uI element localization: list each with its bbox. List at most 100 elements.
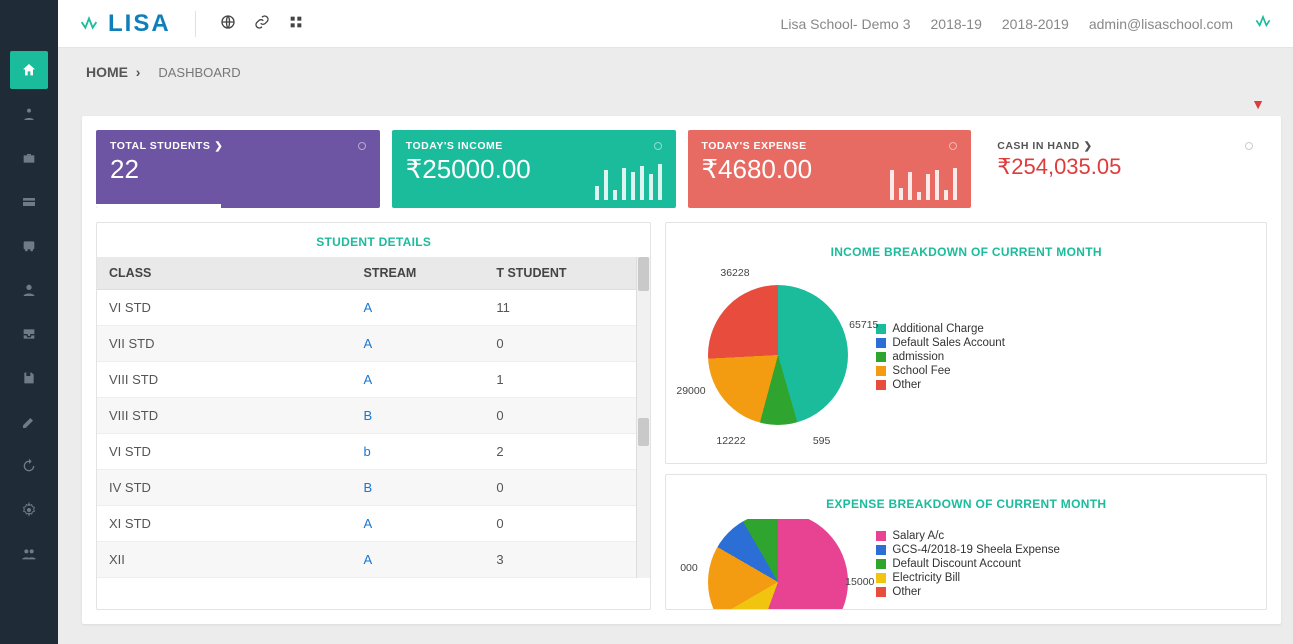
sidebar-item-user[interactable]: [10, 271, 48, 309]
cell-class: IV STD: [97, 470, 352, 506]
cell-count: 0: [484, 398, 650, 434]
chevron-right-icon: ❯: [1084, 141, 1093, 152]
card-label: CASH IN HAND: [997, 140, 1079, 152]
legend-swatch: [876, 352, 886, 362]
sidebar-item-card[interactable]: [10, 183, 48, 221]
legend-swatch: [876, 531, 886, 541]
chevron-right-icon: ›: [132, 64, 141, 80]
legend-label: Additional Charge: [892, 323, 983, 335]
panel-title: INCOME BREAKDOWN OF CURRENT MONTH: [680, 233, 1252, 267]
legend-label: GCS-4/2018-19 Sheela Expense: [892, 544, 1060, 556]
student-table: CLASS STREAM T STUDENT VI STDA11VII STDA…: [97, 257, 650, 578]
legend-item[interactable]: Additional Charge: [876, 323, 1005, 335]
card-label: TOTAL STUDENTS: [110, 140, 210, 152]
year-short[interactable]: 2018-19: [931, 16, 982, 32]
cell-stream: A: [352, 506, 485, 542]
link-icon[interactable]: [254, 14, 270, 33]
panel-income-breakdown: INCOME BREAKDOWN OF CURRENT MONTH 36228 …: [665, 222, 1267, 464]
sidebar-item-briefcase[interactable]: [10, 139, 48, 177]
sidebar-item-save[interactable]: [10, 359, 48, 397]
sidebar-item-edit[interactable]: [10, 403, 48, 441]
legend-item[interactable]: admission: [876, 351, 1005, 363]
table-row[interactable]: VII STDA0: [97, 326, 650, 362]
sparkline-icon: [890, 168, 957, 200]
sidebar-item-students[interactable]: [10, 95, 48, 133]
year-long[interactable]: 2018-2019: [1002, 16, 1069, 32]
globe-icon[interactable]: [220, 14, 236, 33]
scrollbar-thumb[interactable]: [638, 418, 649, 446]
pie-label: 65715: [849, 319, 878, 331]
cell-class: XII: [97, 542, 352, 578]
pie-label: 29000: [676, 385, 705, 397]
cell-stream: A: [352, 362, 485, 398]
col-tstudent[interactable]: T STUDENT: [484, 257, 650, 290]
legend-item[interactable]: Salary A/c: [876, 530, 1060, 542]
expense-pie-chart: 3000 5000 15000: [680, 519, 860, 609]
card-todays-expense[interactable]: TODAY'S EXPENSE ₹4680.00: [688, 130, 972, 208]
cell-class: VIII STD: [97, 398, 352, 434]
legend-swatch: [876, 573, 886, 583]
main: LISA Lisa School- Demo 3 2018-19 2018-20…: [58, 0, 1293, 644]
breadcrumb-root[interactable]: HOME: [86, 64, 128, 80]
card-menu-icon[interactable]: [654, 142, 662, 150]
legend-item[interactable]: Other: [876, 586, 1060, 598]
legend-swatch: [876, 545, 886, 555]
table-scrollbar[interactable]: [636, 257, 650, 578]
cell-count: 0: [484, 470, 650, 506]
sparkline-icon: [595, 164, 662, 200]
table-row[interactable]: XI STDA0: [97, 506, 650, 542]
cell-class: VI STD: [97, 434, 352, 470]
school-name[interactable]: Lisa School- Demo 3: [781, 16, 911, 32]
col-class[interactable]: CLASS: [97, 257, 352, 290]
col-stream[interactable]: STREAM: [352, 257, 485, 290]
brand-mini-icon[interactable]: [1253, 12, 1273, 35]
sidebar-item-settings[interactable]: [10, 491, 48, 529]
scrollbar-thumb[interactable]: [638, 257, 649, 291]
cell-stream: B: [352, 470, 485, 506]
card-menu-icon[interactable]: [1245, 142, 1253, 150]
sidebar-item-groups[interactable]: [10, 535, 48, 573]
legend-item[interactable]: Electricity Bill: [876, 572, 1060, 584]
legend-label: Salary A/c: [892, 530, 944, 542]
cell-class: VIII STD: [97, 362, 352, 398]
collapse-toggle[interactable]: ▼: [58, 96, 1293, 116]
table-row[interactable]: VI STDb2: [97, 434, 650, 470]
table-row[interactable]: VIII STDA1: [97, 362, 650, 398]
sidebar-item-transport[interactable]: [10, 227, 48, 265]
admin-email[interactable]: admin@lisaschool.com: [1089, 16, 1233, 32]
legend-item[interactable]: GCS-4/2018-19 Sheela Expense: [876, 544, 1060, 556]
legend-swatch: [876, 366, 886, 376]
card-todays-income[interactable]: TODAY'S INCOME ₹25000.00: [392, 130, 676, 208]
sidebar: [0, 0, 58, 644]
legend-label: Default Discount Account: [892, 558, 1021, 570]
table-row[interactable]: XIIA3: [97, 542, 650, 578]
table-row[interactable]: VI STDA11: [97, 290, 650, 326]
divider: [195, 11, 196, 37]
cell-count: 0: [484, 326, 650, 362]
cell-count: 1: [484, 362, 650, 398]
legend-item[interactable]: Default Sales Account: [876, 337, 1005, 349]
grid-icon[interactable]: [288, 14, 304, 33]
legend-item[interactable]: Other: [876, 379, 1005, 391]
legend-swatch: [876, 380, 886, 390]
card-label: TODAY'S INCOME: [406, 140, 662, 152]
card-menu-icon[interactable]: [358, 142, 366, 150]
cell-stream: A: [352, 326, 485, 362]
sidebar-item-history[interactable]: [10, 447, 48, 485]
cell-class: XI STD: [97, 506, 352, 542]
card-cash-in-hand[interactable]: CASH IN HAND❯ ₹254,035.05: [983, 130, 1267, 208]
table-row[interactable]: VIII STDB0: [97, 398, 650, 434]
legend-label: Other: [892, 379, 921, 391]
sidebar-item-home[interactable]: [10, 51, 48, 89]
table-row[interactable]: IV STDB0: [97, 470, 650, 506]
sidebar-item-inbox[interactable]: [10, 315, 48, 353]
legend-item[interactable]: Default Discount Account: [876, 558, 1060, 570]
dashboard-content: TOTAL STUDENTS❯ 22 TODAY'S INCOME ₹25000…: [82, 116, 1281, 624]
breadcrumb: HOME › DASHBOARD: [58, 48, 1293, 96]
pie-label: 595: [813, 435, 831, 447]
cell-class: VII STD: [97, 326, 352, 362]
cell-count: 11: [484, 290, 650, 326]
card-total-students[interactable]: TOTAL STUDENTS❯ 22: [96, 130, 380, 208]
brand-logo[interactable]: LISA: [78, 10, 171, 38]
legend-item[interactable]: School Fee: [876, 365, 1005, 377]
